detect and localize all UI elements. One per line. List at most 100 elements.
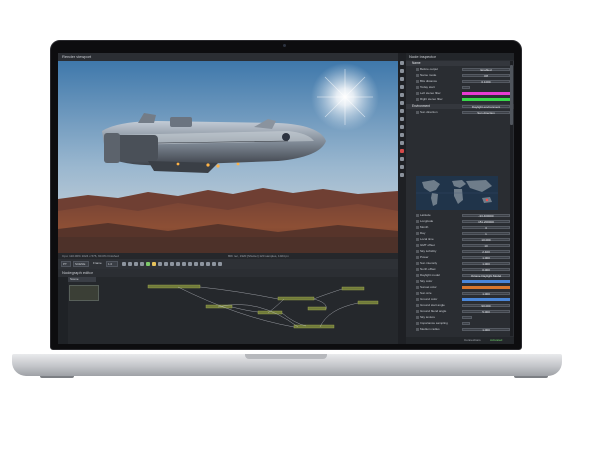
inspector-row[interactable]: Sky texture	[406, 315, 514, 320]
world-map[interactable]	[416, 176, 498, 210]
camera-node-icon[interactable]	[400, 61, 404, 65]
row-value[interactable]: Off	[462, 73, 510, 78]
geometry-node-icon[interactable]	[400, 93, 404, 97]
inspector-row[interactable]: Daylight model Octane Daylight Model	[406, 273, 514, 278]
inspector-row[interactable]: GMT offset 10	[406, 243, 514, 248]
row-value[interactable]: 5.000	[462, 309, 510, 314]
inspector-row[interactable]: Left stereo filter	[406, 91, 514, 96]
inspector-row[interactable]: Today start	[406, 85, 514, 90]
imager-node-icon[interactable]	[400, 141, 404, 145]
row-value[interactable]: 10	[462, 243, 510, 248]
row-value[interactable]: 1.000	[462, 291, 510, 296]
inspector-row[interactable]: Before output Enabled	[406, 67, 514, 72]
green-color-swatch[interactable]	[462, 97, 510, 102]
inspector-row[interactable]: Sun size 1.000	[406, 291, 514, 296]
inspector-row[interactable]: Importance sampling	[406, 321, 514, 326]
row-value[interactable]: 10.000	[462, 237, 510, 242]
info-icon[interactable]	[212, 262, 216, 266]
close-icon[interactable]	[218, 262, 222, 266]
magenta-color-swatch[interactable]	[462, 91, 510, 96]
row-value[interactable]: 2.400	[462, 249, 510, 254]
inspector-row[interactable]: Latitude -33.400000	[406, 213, 514, 218]
row-value[interactable]: 0.000	[462, 267, 510, 272]
importance-checkbox[interactable]	[462, 321, 470, 326]
medium-node-icon[interactable]	[400, 117, 404, 121]
row-label: Bits distance	[420, 79, 438, 83]
row-value[interactable]: 151.200000	[462, 219, 510, 224]
render-target-icon[interactable]	[400, 165, 404, 169]
inspector-row[interactable]: North offset 0.000	[406, 267, 514, 272]
inspector-row[interactable]: Ground color	[406, 297, 514, 302]
row-value[interactable]: Enabled	[462, 67, 510, 72]
inspector-row[interactable]: Month 3	[406, 225, 514, 230]
inspector-row[interactable]: Name mode Off	[406, 73, 514, 78]
inspector-row[interactable]: Ground start angle 90.000	[406, 303, 514, 308]
kernel-node-icon[interactable]	[400, 133, 404, 137]
tab-scene[interactable]: Scene	[68, 277, 96, 282]
render-image[interactable]	[58, 61, 398, 253]
zoom-icon[interactable]	[158, 262, 162, 266]
row-value[interactable]: Sun direction	[462, 110, 510, 115]
stop-icon[interactable]	[134, 262, 138, 266]
row-value[interactable]: 90.000	[462, 303, 510, 308]
frame-field[interactable]: 1.0	[106, 261, 118, 267]
section-environment[interactable]: Environment Daylight environment	[406, 104, 514, 109]
row-value[interactable]: 3	[462, 225, 510, 230]
sky-texture-swatch[interactable]	[462, 315, 472, 320]
inspector-row[interactable]: Medium radius 1.000	[406, 327, 514, 332]
light-node-icon[interactable]	[400, 101, 404, 105]
restart-icon[interactable]	[140, 262, 144, 266]
grid-icon[interactable]	[200, 262, 204, 266]
play-icon[interactable]	[122, 262, 126, 266]
kernel-select[interactable]: PT	[61, 261, 71, 267]
focus-icon[interactable]	[152, 262, 156, 266]
nodegraph-minimap[interactable]	[69, 285, 99, 301]
section-name[interactable]: Name	[406, 61, 514, 66]
row-value[interactable]: 1.000	[462, 255, 510, 260]
camera-select[interactable]: SCENE	[73, 261, 89, 267]
material-node-icon[interactable]	[400, 77, 404, 81]
export-icon[interactable]	[194, 262, 198, 266]
nodegraph-canvas[interactable]	[58, 277, 398, 344]
row-value[interactable]: -33.400000	[462, 213, 510, 218]
emission-node-icon[interactable]	[400, 125, 404, 129]
sunset-color-swatch[interactable]	[462, 285, 510, 290]
transform-node-icon[interactable]	[400, 109, 404, 113]
row-value[interactable]: 1.000	[462, 261, 510, 266]
inspector-row[interactable]: Ground blend angle 5.000	[406, 309, 514, 314]
inspector-row[interactable]: Bits distance 0.1000	[406, 79, 514, 84]
pick-icon[interactable]	[176, 262, 180, 266]
row-value[interactable]: 0.1000	[462, 79, 510, 84]
row-value[interactable]: 1	[462, 231, 510, 236]
inspector-row[interactable]: Sky color	[406, 279, 514, 284]
orbit-icon[interactable]	[170, 262, 174, 266]
region-icon[interactable]	[182, 262, 186, 266]
texture-node-icon[interactable]	[400, 85, 404, 89]
pan-icon[interactable]	[164, 262, 168, 266]
inspector-row[interactable]: Sun intensity 1.000	[406, 261, 514, 266]
inspector-row[interactable]: Power 1.000	[406, 255, 514, 260]
row-value[interactable]: Octane Daylight Model	[462, 273, 510, 278]
environment-type-select[interactable]: Daylight environment	[462, 104, 510, 109]
inspector-row[interactable]: Longitude 151.200000	[406, 219, 514, 224]
row-label: Ground color	[420, 297, 438, 301]
lock-icon[interactable]	[146, 262, 150, 266]
row-checkbox[interactable]	[462, 85, 470, 90]
pause-icon[interactable]	[128, 262, 132, 266]
inspector-row[interactable]: Sun direction Sun direction	[406, 110, 514, 115]
inspector-row[interactable]: Right stereo filter	[406, 97, 514, 102]
row-value[interactable]: 1.000	[462, 327, 510, 332]
inspector-row[interactable]: Local time 10.000	[406, 237, 514, 242]
postprocess-node-icon[interactable]	[400, 157, 404, 161]
settings-icon[interactable]	[188, 262, 192, 266]
ground-color-swatch[interactable]	[462, 297, 510, 302]
camera-icon[interactable]	[206, 262, 210, 266]
inspector-row[interactable]: Sunset color	[406, 285, 514, 290]
inspector-scroll-thumb[interactable]	[510, 65, 513, 125]
inspector-row[interactable]: Day 1	[406, 231, 514, 236]
record-icon[interactable]	[400, 149, 404, 153]
output-icon[interactable]	[400, 173, 404, 177]
environment-node-icon[interactable]	[400, 69, 404, 73]
inspector-row[interactable]: Sky turbidity 2.400	[406, 249, 514, 254]
sky-color-swatch[interactable]	[462, 279, 510, 284]
